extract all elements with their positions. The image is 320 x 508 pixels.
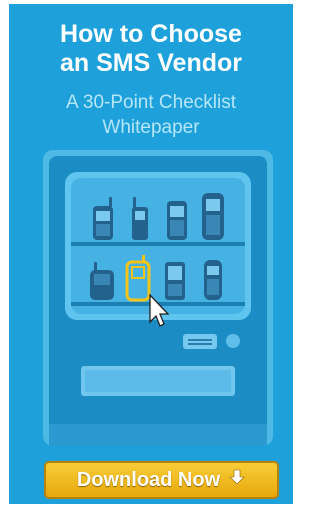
download-now-label: Download Now (76, 468, 221, 491)
shelf-top (71, 242, 245, 246)
sms-vendor-banner-ad[interactable]: How to Choose an SMS Vendor A 30-Point C… (9, 4, 293, 504)
down-arrow-icon (228, 468, 246, 492)
phone-icon (167, 201, 187, 240)
machine-base (49, 424, 267, 446)
coin-button (226, 334, 240, 348)
vending-machine-illustration (43, 150, 273, 446)
phone-icon (202, 193, 224, 240)
phone-icon (165, 262, 185, 300)
phone-icon (204, 260, 222, 300)
download-now-button[interactable]: Download Now (44, 461, 279, 499)
coin-slot (183, 334, 217, 349)
